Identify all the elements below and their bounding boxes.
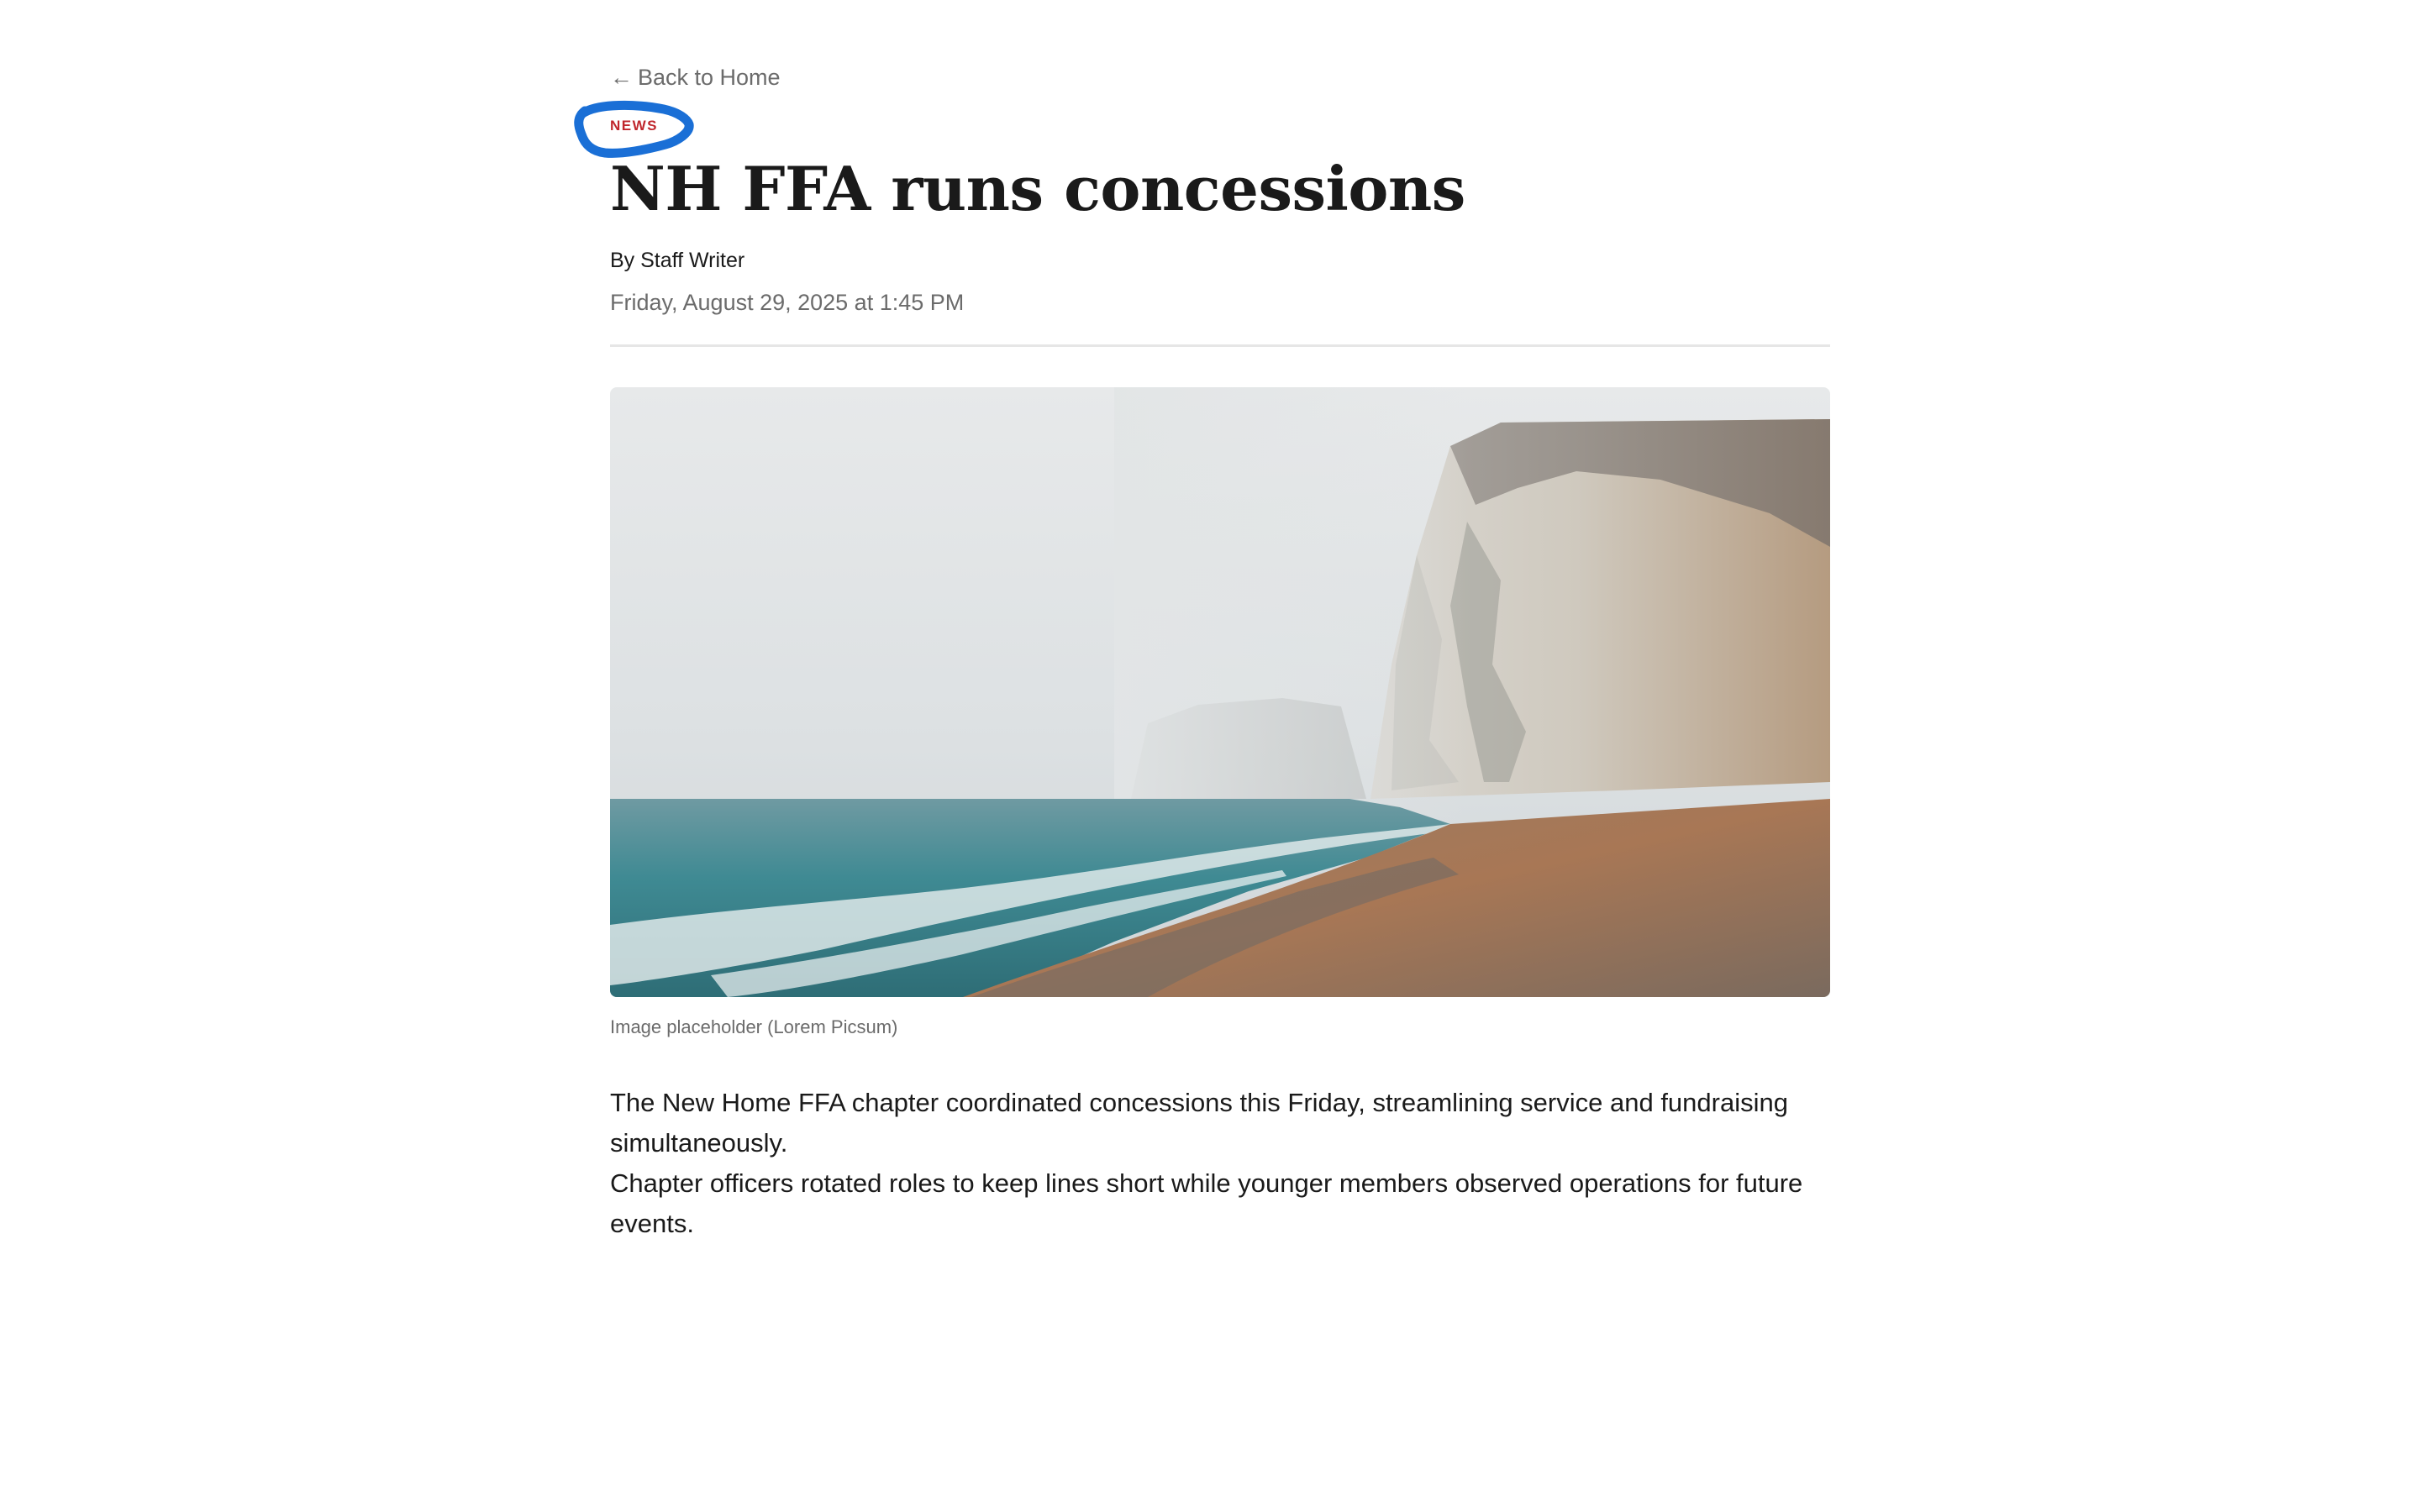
- article-body: The New Home FFA chapter coordinated con…: [610, 1083, 1830, 1244]
- category-tag[interactable]: NEWS: [610, 118, 658, 134]
- byline: By Staff Writer: [610, 249, 745, 272]
- back-to-home-link[interactable]: ← Back to Home: [610, 60, 781, 94]
- article-headline: NH FFA runs concessions: [610, 153, 1465, 224]
- publish-date: Friday, August 29, 2025 at 1:45 PM: [610, 290, 965, 315]
- article-page: ← Back to Home NEWS NH FFA runs concessi…: [0, 0, 2420, 1512]
- arrow-left-icon: ←: [610, 65, 633, 90]
- hero-figure: Image placeholder (Lorem Picsum): [610, 387, 1830, 1041]
- image-caption: Image placeholder (Lorem Picsum): [610, 1016, 898, 1037]
- body-paragraph: Chapter officers rotated roles to keep l…: [610, 1168, 1803, 1238]
- body-paragraph: The New Home FFA chapter coordinated con…: [610, 1088, 1788, 1158]
- article-container: ← Back to Home NEWS NH FFA runs concessi…: [574, 60, 1830, 1244]
- header-divider: [610, 344, 1830, 347]
- category-row: NEWS: [574, 100, 1830, 158]
- hero-image: [610, 387, 1830, 997]
- back-link-label: Back to Home: [638, 65, 781, 90]
